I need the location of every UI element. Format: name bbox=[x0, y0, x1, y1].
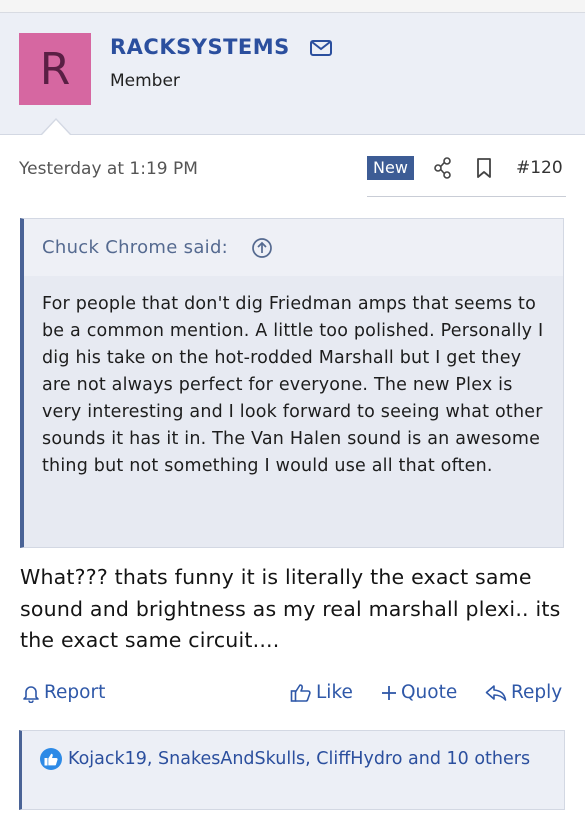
quote-block: Chuck Chrome said: For people that don't… bbox=[20, 218, 564, 548]
username-link[interactable]: RACKSYSTEMS bbox=[110, 35, 290, 59]
plus-icon bbox=[382, 685, 396, 700]
reply-button[interactable]: Reply bbox=[485, 682, 562, 703]
user-header: R RACKSYSTEMS Member bbox=[0, 13, 585, 135]
post-number-link[interactable]: #120 bbox=[516, 158, 563, 178]
bookmark-icon[interactable] bbox=[475, 157, 493, 179]
thumbs-up-icon bbox=[290, 683, 311, 702]
user-pointer bbox=[42, 120, 70, 135]
reactions-bar[interactable]: Kojack19, SnakesAndSkulls, CliffHydro an… bbox=[19, 730, 565, 810]
quote-author[interactable]: Chuck Chrome said: bbox=[42, 237, 228, 258]
mail-icon[interactable] bbox=[309, 38, 333, 58]
user-title: Member bbox=[110, 71, 180, 91]
post-actions: Report Like Quote Reply bbox=[0, 678, 585, 712]
new-badge: New bbox=[367, 156, 414, 180]
meta-divider bbox=[367, 196, 566, 197]
reply-arrow-icon bbox=[485, 684, 507, 701]
report-button[interactable]: Report bbox=[22, 682, 105, 703]
arrow-up-circle-icon[interactable] bbox=[251, 237, 273, 259]
reactions-list[interactable]: Kojack19, SnakesAndSkulls, CliffHydro an… bbox=[38, 747, 538, 772]
avatar[interactable]: R bbox=[19, 33, 91, 105]
top-divider bbox=[0, 0, 585, 13]
quote-header[interactable]: Chuck Chrome said: bbox=[24, 219, 563, 276]
quote-label: Quote bbox=[401, 682, 458, 703]
post-timestamp[interactable]: Yesterday at 1:19 PM bbox=[19, 159, 198, 179]
like-label: Like bbox=[316, 682, 353, 703]
report-label: Report bbox=[44, 682, 106, 703]
like-button[interactable]: Like bbox=[290, 682, 353, 703]
quote-text: For people that don't dig Friedman amps … bbox=[42, 294, 544, 476]
quote-button[interactable]: Quote bbox=[381, 682, 457, 703]
post-text: What??? thats funny it is literally the … bbox=[20, 565, 561, 652]
bell-icon bbox=[23, 685, 39, 703]
share-icon[interactable] bbox=[433, 157, 453, 179]
reply-label: Reply bbox=[511, 682, 563, 703]
post-container: R RACKSYSTEMS Member Yesterday at 1:19 P… bbox=[0, 0, 585, 826]
post-meta: Yesterday at 1:19 PM New #120 bbox=[0, 150, 585, 190]
